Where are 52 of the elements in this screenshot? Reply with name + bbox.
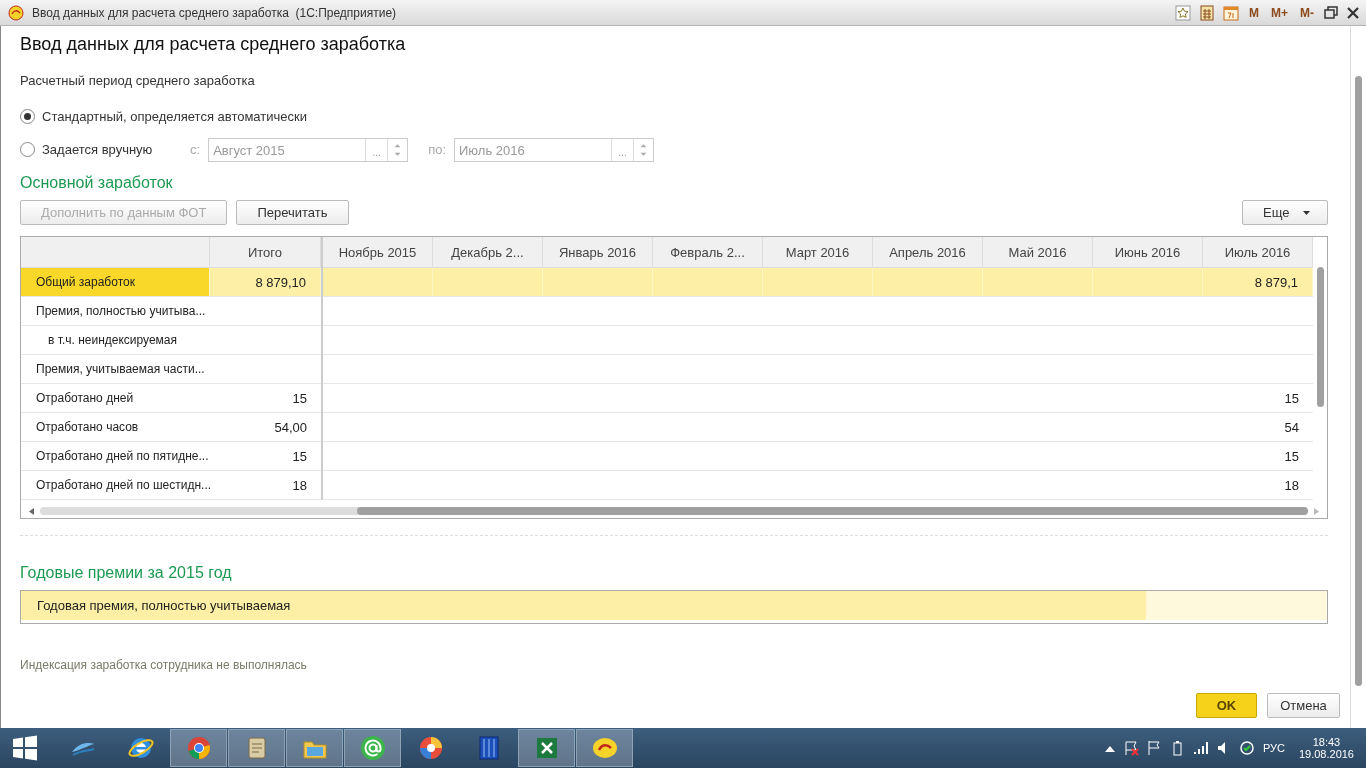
radio-label: Задается вручную — [42, 142, 153, 157]
clock[interactable]: 18:43 19.08.2016 — [1298, 736, 1354, 760]
column-header[interactable]: Июль 2016 — [1203, 237, 1313, 268]
tray-expand-icon[interactable] — [1104, 744, 1115, 752]
section-heading: Годовые премии за 2015 год — [20, 564, 233, 582]
dialog-button[interactable]: Отмена — [1267, 693, 1340, 718]
at-sign-icon — [358, 734, 387, 762]
column-header[interactable]: Март 2016 — [763, 237, 873, 268]
month-cell: 8 879,1 — [1203, 268, 1313, 297]
bonus-row[interactable]: Годовая премия, полностью учитываемая — [21, 591, 1146, 620]
calendar-icon[interactable] — [1223, 4, 1239, 21]
memory-button[interactable]: M — [1247, 5, 1261, 20]
radio-option[interactable]: Задается вручную — [20, 142, 190, 157]
radio-icon[interactable] — [20, 109, 35, 124]
column-header[interactable]: Май 2016 — [983, 237, 1093, 268]
column-header[interactable]: Январь 2016 — [543, 237, 653, 268]
app-logo-icon — [8, 4, 24, 21]
column-header[interactable]: Февраль 2... — [653, 237, 763, 268]
column-header[interactable]: Июнь 2016 — [1093, 237, 1203, 268]
scroll-left-icon[interactable] — [29, 507, 34, 515]
taskbar-app[interactable] — [344, 729, 401, 767]
row-label[interactable]: Общий заработок — [21, 268, 210, 297]
column-header[interactable]: Апрель 2016 — [873, 237, 983, 268]
language-indicator[interactable]: РУС — [1262, 742, 1285, 754]
close-icon[interactable] — [1346, 5, 1360, 20]
indexation-note: Индексация заработка сотрудника не выполнялась — [20, 658, 308, 672]
period-label: Расчетный период среднего заработка — [20, 73, 256, 88]
section-heading: Основной заработок — [20, 174, 174, 192]
action-button[interactable]: Перечитать — [236, 200, 349, 225]
column-header[interactable]: Итого — [210, 237, 321, 268]
signal-bars-icon[interactable] — [1192, 741, 1209, 755]
radio-icon[interactable] — [20, 142, 35, 157]
memory-button[interactable]: M- — [1298, 5, 1316, 20]
window-title: Ввод данных для расчета среднего заработка (1С:Предприятие) — [32, 5, 398, 20]
caret-icon[interactable] — [1303, 210, 1311, 215]
from-label: с: — [190, 142, 201, 157]
memory-button[interactable]: M+ — [1269, 5, 1290, 20]
column-header[interactable]: Декабрь 2... — [433, 237, 543, 268]
taskbar-app[interactable] — [518, 729, 575, 767]
to-label: по: — [428, 142, 446, 157]
windows-start-icon[interactable] — [12, 735, 38, 761]
dialog-button[interactable]: OK — [1196, 693, 1257, 718]
form-title: Ввод данных для расчета среднего заработка — [20, 34, 407, 55]
more-button[interactable]: Еще — [1242, 200, 1328, 225]
star-icon[interactable] — [1175, 4, 1191, 21]
restore-icon[interactable] — [1324, 5, 1338, 20]
flag-warning-icon[interactable] — [1122, 740, 1139, 756]
calculator-icon[interactable] — [1199, 4, 1215, 21]
total-cell: 8 879,10 — [210, 268, 321, 297]
sync-check-icon[interactable] — [1238, 740, 1255, 756]
flag-icon[interactable] — [1146, 740, 1161, 756]
column-header[interactable]: Ноябрь 2015 — [323, 237, 433, 268]
